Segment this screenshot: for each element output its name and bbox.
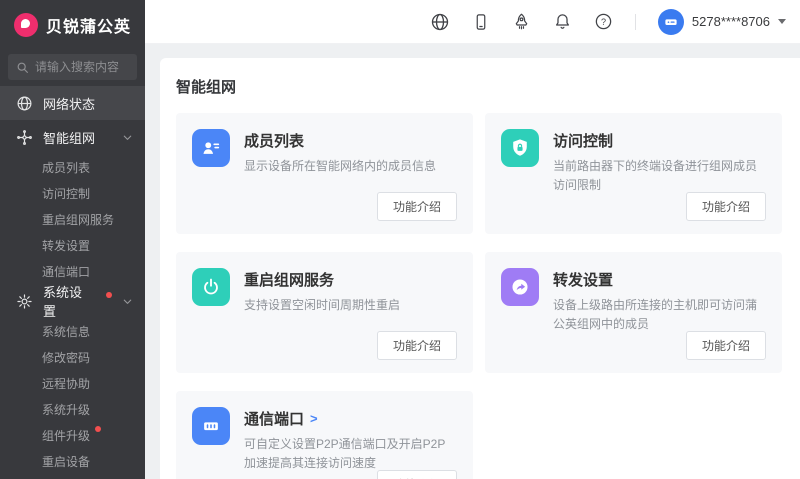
feature-intro-button[interactable]: 功能介绍 <box>376 192 457 221</box>
card-description: 显示设备所在智能网络内的成员信息 <box>244 159 437 173</box>
card-restart-network-service: 重启组网服务 支持设置空闲时间周期性重启 功能介绍 <box>176 252 473 373</box>
sidebar-search[interactable] <box>8 54 137 80</box>
app-title: 贝锐蒲公英 <box>46 19 132 36</box>
sidebar-item-label: 组件升级 <box>42 428 91 443</box>
account-id: 5278****8706 <box>691 14 770 29</box>
top-bar: ? 5278****8706 <box>145 0 800 44</box>
mobile-app-icon[interactable] <box>472 13 490 31</box>
sidebar-item-communication-port[interactable]: 通信端口 <box>0 258 145 284</box>
card-description: 设备上级路由所连接的主机即可访问蒲公英组网中的成员 <box>553 298 758 331</box>
sidebar-item-component-upgrade[interactable]: 组件升级 <box>0 422 145 448</box>
card-title: 成员列表 <box>244 133 305 150</box>
sidebar-item-change-password[interactable]: 修改密码 <box>0 344 145 370</box>
card-access-control: 访问控制 当前路由器下的终端设备进行组网成员访问限制 功能介绍 <box>485 113 782 234</box>
page-title: 智能组网 <box>176 79 237 96</box>
brand-logo-icon <box>14 13 38 37</box>
card-forward-settings: 转发设置 设备上级路由所连接的主机即可访问蒲公英组网中的成员 功能介绍 <box>485 252 782 373</box>
chevron-down-icon <box>122 296 133 307</box>
forward-arrow-icon <box>501 268 539 306</box>
feature-intro-button[interactable]: 功能介绍 <box>685 331 766 360</box>
sidebar-item-system-upgrade[interactable]: 系统升级 <box>0 396 145 422</box>
sidebar-menu: 网络状态 智能组网 成员列表 访问控制 重启组网服务 转发设置 通信端口 系统设… <box>0 86 145 479</box>
feature-intro-button[interactable]: 功能介绍 <box>376 470 457 479</box>
feature-intro-button[interactable]: 功能介绍 <box>376 331 457 360</box>
divider <box>634 13 636 30</box>
sidebar-item-label: 网络状态 <box>43 96 96 112</box>
card-communication-port: 通信端口 > 可自定义设置P2P通信端口及开启P2P加速提高其连接访问速度 功能… <box>176 391 473 479</box>
shield-lock-icon <box>501 129 539 167</box>
caret-down-icon <box>778 19 786 24</box>
card-title: 转发设置 <box>553 272 614 289</box>
sidebar: 贝锐蒲公英 网络状态 智能组网 成员列表 访问控制 重启组网服务 转发设置 通信… <box>0 0 145 479</box>
chevron-down-icon <box>122 132 133 143</box>
globe-icon[interactable] <box>430 12 450 32</box>
content-background: 智能组网 成员列表 显示设备所在智能网络内的成员信息 功能介绍 访问控制 当前路… <box>145 44 800 479</box>
notification-dot <box>106 292 112 298</box>
app-logo: 贝锐蒲公英 <box>0 0 145 48</box>
notification-dot <box>95 426 102 432</box>
gear-icon <box>16 293 33 310</box>
card-member-list: 成员列表 显示设备所在智能网络内的成员信息 功能介绍 <box>176 113 473 234</box>
card-description: 可自定义设置P2P通信端口及开启P2P加速提高其连接访问速度 <box>244 437 446 470</box>
search-icon <box>17 62 28 73</box>
sidebar-item-restart-network-service[interactable]: 重启组网服务 <box>0 206 145 232</box>
feature-intro-button[interactable]: 功能介绍 <box>685 192 766 221</box>
sidebar-item-label: 智能组网 <box>43 130 96 146</box>
port-icon <box>192 407 230 445</box>
sidebar-item-forward-settings[interactable]: 转发设置 <box>0 232 145 258</box>
smart-network-panel: 智能组网 成员列表 显示设备所在智能网络内的成员信息 功能介绍 访问控制 当前路… <box>160 58 800 479</box>
bell-icon[interactable] <box>553 12 572 31</box>
main-area: ? 5278****8706 智能组网 成员列表 显示设备所在智能网络内的成员信… <box>145 0 800 479</box>
svg-text:?: ? <box>601 17 606 27</box>
member-list-icon <box>192 129 230 167</box>
feature-cards: 成员列表 显示设备所在智能网络内的成员信息 功能介绍 访问控制 当前路由器下的终… <box>176 113 782 479</box>
sidebar-item-member-list[interactable]: 成员列表 <box>0 154 145 180</box>
sidebar-item-system-settings[interactable]: 系统设置 <box>0 284 145 319</box>
router-avatar-icon <box>657 8 684 35</box>
empty-grid-cell <box>485 391 782 479</box>
sidebar-item-remote-assist[interactable]: 远程协助 <box>0 370 145 396</box>
globe-icon <box>16 95 33 112</box>
search-input[interactable] <box>35 60 129 74</box>
sidebar-item-access-control[interactable]: 访问控制 <box>0 180 145 206</box>
help-icon[interactable]: ? <box>594 12 613 31</box>
network-node-icon <box>16 129 33 146</box>
sidebar-item-smart-network[interactable]: 智能组网 <box>0 120 145 154</box>
sidebar-item-network-status[interactable]: 网络状态 <box>0 86 145 120</box>
sidebar-item-restart-device[interactable]: 重启设备 <box>0 448 145 474</box>
account-menu[interactable]: 5278****8706 <box>657 8 786 35</box>
card-title: 通信端口 <box>244 411 305 428</box>
sidebar-item-system-info[interactable]: 系统信息 <box>0 318 145 344</box>
card-title-link[interactable]: 通信端口 > <box>244 408 457 429</box>
card-title: 访问控制 <box>553 133 614 150</box>
sidebar-item-label: 系统设置 <box>43 285 83 319</box>
chevron-right-icon: > <box>310 411 318 426</box>
rocket-icon[interactable] <box>512 12 531 31</box>
card-description: 当前路由器下的终端设备进行组网成员访问限制 <box>553 159 758 192</box>
card-description: 支持设置空闲时间周期性重启 <box>244 298 401 312</box>
card-title: 重启组网服务 <box>244 272 335 289</box>
power-icon <box>192 268 230 306</box>
